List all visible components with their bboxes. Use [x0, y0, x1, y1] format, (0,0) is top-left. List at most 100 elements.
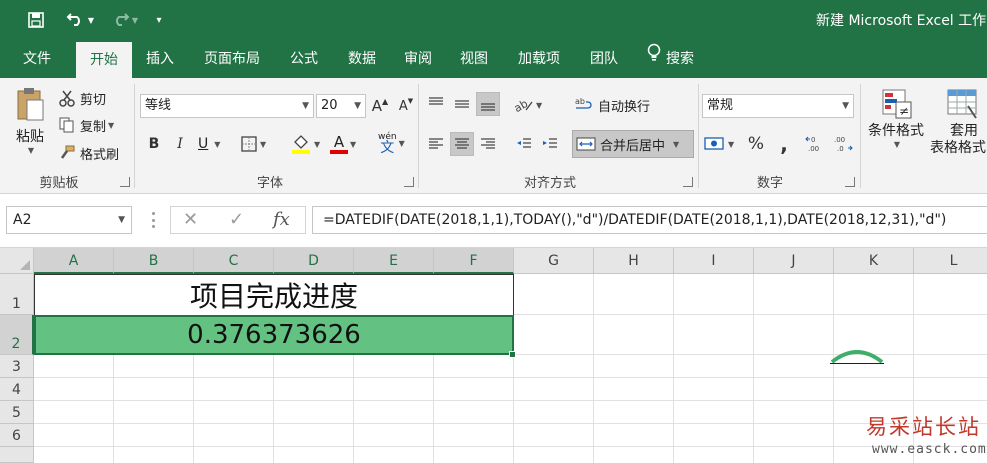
paste-button[interactable]: 粘贴 ▼ [10, 86, 50, 166]
column-header[interactable]: G [514, 248, 594, 274]
align-left-button[interactable] [424, 132, 448, 156]
tab-team[interactable]: 团队 [578, 40, 630, 78]
shrink-font-button[interactable]: A ▼ [394, 94, 418, 118]
redo-button[interactable]: ▼ [106, 8, 142, 32]
borders-button[interactable]: ▼ [240, 132, 266, 156]
chevron-down-icon: ▼ [893, 140, 901, 149]
column-header[interactable]: C [194, 248, 274, 274]
dialog-launcher-icon[interactable] [683, 177, 693, 187]
bold-button[interactable]: B [142, 132, 166, 156]
column-header[interactable]: H [594, 248, 674, 274]
fill-color-button[interactable]: ▼ [290, 132, 320, 156]
chevron-down-icon: ▼ [354, 101, 361, 111]
align-right-button[interactable] [476, 132, 500, 156]
italic-button[interactable]: I [168, 132, 192, 156]
tab-addins[interactable]: 加载项 [506, 40, 572, 78]
format-painter-button[interactable]: 格式刷 [58, 143, 119, 163]
wrap-text-button[interactable]: ab 自动换行 [574, 94, 650, 116]
conditional-formatting-button[interactable]: ≠ 条件格式 ▼ [864, 88, 928, 149]
insert-function-icon[interactable]: fx [273, 207, 290, 233]
increase-indent-icon [543, 138, 557, 148]
percent-button[interactable]: % [744, 132, 768, 156]
lightbulb-icon [646, 40, 662, 78]
save-icon[interactable] [24, 8, 48, 32]
decrease-decimal-icon: .00.0 [834, 136, 853, 153]
dialog-launcher-icon[interactable] [404, 177, 414, 187]
text-orientation-icon: ab [512, 96, 534, 114]
row-header[interactable]: 4 [0, 378, 34, 401]
font-color-letter: A [333, 132, 345, 151]
worksheet-grid[interactable]: A B C D E F G H I J K L 1 2 3 4 5 6 项目完成… [0, 248, 987, 463]
clipboard-icon [15, 86, 45, 124]
align-middle-button[interactable] [450, 92, 474, 116]
formula-input[interactable]: =DATEDIF(DATE(2018,1,1),TODAY(),"d")/DAT… [312, 206, 987, 234]
underline-button[interactable]: U ▼ [194, 132, 220, 156]
orientation-button[interactable]: ab ▼ [512, 94, 542, 116]
resize-handle[interactable] [152, 212, 156, 228]
dialog-launcher-icon[interactable] [845, 177, 855, 187]
row-header[interactable]: 3 [0, 355, 34, 378]
phonetic-guide-button[interactable]: wén 文 ▼ [378, 128, 405, 158]
copy-button[interactable]: 复制 ▼ [58, 115, 114, 135]
tab-insert[interactable]: 插入 [134, 40, 186, 78]
row-header[interactable]: 6 [0, 424, 34, 447]
clipboard-group-label: 剪贴板 [39, 176, 79, 191]
align-center-button[interactable] [450, 132, 474, 156]
cell-a1-merged[interactable]: 项目完成进度 [34, 274, 514, 315]
number-format-select[interactable]: 常规 ▼ [702, 94, 854, 118]
tab-file[interactable]: 文件 [6, 40, 68, 78]
decrease-indent-button[interactable] [512, 132, 536, 156]
row-header[interactable]: 1 [0, 274, 34, 315]
svg-text:.00: .00 [834, 136, 845, 144]
decrease-decimal-button[interactable]: .00.0 [830, 132, 854, 156]
tab-page-layout[interactable]: 页面布局 [192, 40, 272, 78]
enter-icon[interactable]: ✓ [229, 207, 244, 233]
cut-button[interactable]: 剪切 [58, 88, 106, 108]
font-size-select[interactable]: 20 ▼ [316, 94, 366, 118]
ribbon-tabs: 文件 开始 插入 页面布局 公式 数据 审阅 视图 加载项 团队 搜索 [0, 40, 987, 78]
column-header[interactable]: L [914, 248, 987, 274]
divider [860, 84, 861, 188]
customize-qat-icon[interactable]: ▾ [150, 8, 168, 32]
search-button[interactable]: 搜索 [646, 40, 694, 78]
svg-text:≠: ≠ [899, 104, 909, 118]
font-color-button[interactable]: A ▼ [330, 132, 356, 156]
font-name-select[interactable]: 等线 ▼ [140, 94, 314, 118]
cell-a2-merged[interactable]: 0.376373626 [34, 315, 514, 355]
column-header[interactable]: K [834, 248, 914, 274]
cancel-icon[interactable]: ✕ [183, 207, 198, 233]
column-header[interactable]: D [274, 248, 354, 274]
name-box[interactable]: A2 ▼ [6, 206, 132, 234]
column-header[interactable]: J [754, 248, 834, 274]
fill-handle[interactable] [509, 351, 516, 358]
tab-data[interactable]: 数据 [336, 40, 388, 78]
increase-indent-button[interactable] [538, 132, 562, 156]
column-header[interactable]: E [354, 248, 434, 274]
tab-home[interactable]: 开始 [76, 42, 132, 78]
divider [698, 84, 699, 188]
tab-formulas[interactable]: 公式 [278, 40, 330, 78]
accounting-format-button[interactable]: ▼ [704, 132, 734, 156]
align-bottom-button[interactable] [476, 92, 500, 116]
tab-view[interactable]: 视图 [448, 40, 500, 78]
underline-icon: U [198, 136, 209, 152]
column-header[interactable]: B [114, 248, 194, 274]
undo-button[interactable]: ▼ [62, 8, 98, 32]
column-header[interactable]: I [674, 248, 754, 274]
align-center-icon [455, 138, 469, 149]
row-header[interactable]: 2 [0, 315, 34, 355]
column-header[interactable]: F [434, 248, 514, 274]
comma-style-button[interactable]: , [772, 132, 796, 156]
column-header[interactable]: A [34, 248, 114, 274]
svg-text:ab: ab [512, 97, 530, 114]
select-all-button[interactable] [0, 248, 34, 274]
row-header[interactable]: 5 [0, 401, 34, 424]
align-top-button[interactable] [424, 92, 448, 116]
grow-font-button[interactable]: A ▲ [368, 94, 392, 118]
tab-review[interactable]: 审阅 [392, 40, 444, 78]
row-header[interactable] [0, 447, 34, 463]
dialog-launcher-icon[interactable] [120, 177, 130, 187]
merge-center-button[interactable]: 合并后居中 ▼ [572, 130, 694, 158]
format-as-table-button[interactable]: 套用 表格格式 [930, 88, 987, 156]
increase-decimal-button[interactable]: 0.00 [804, 132, 828, 156]
